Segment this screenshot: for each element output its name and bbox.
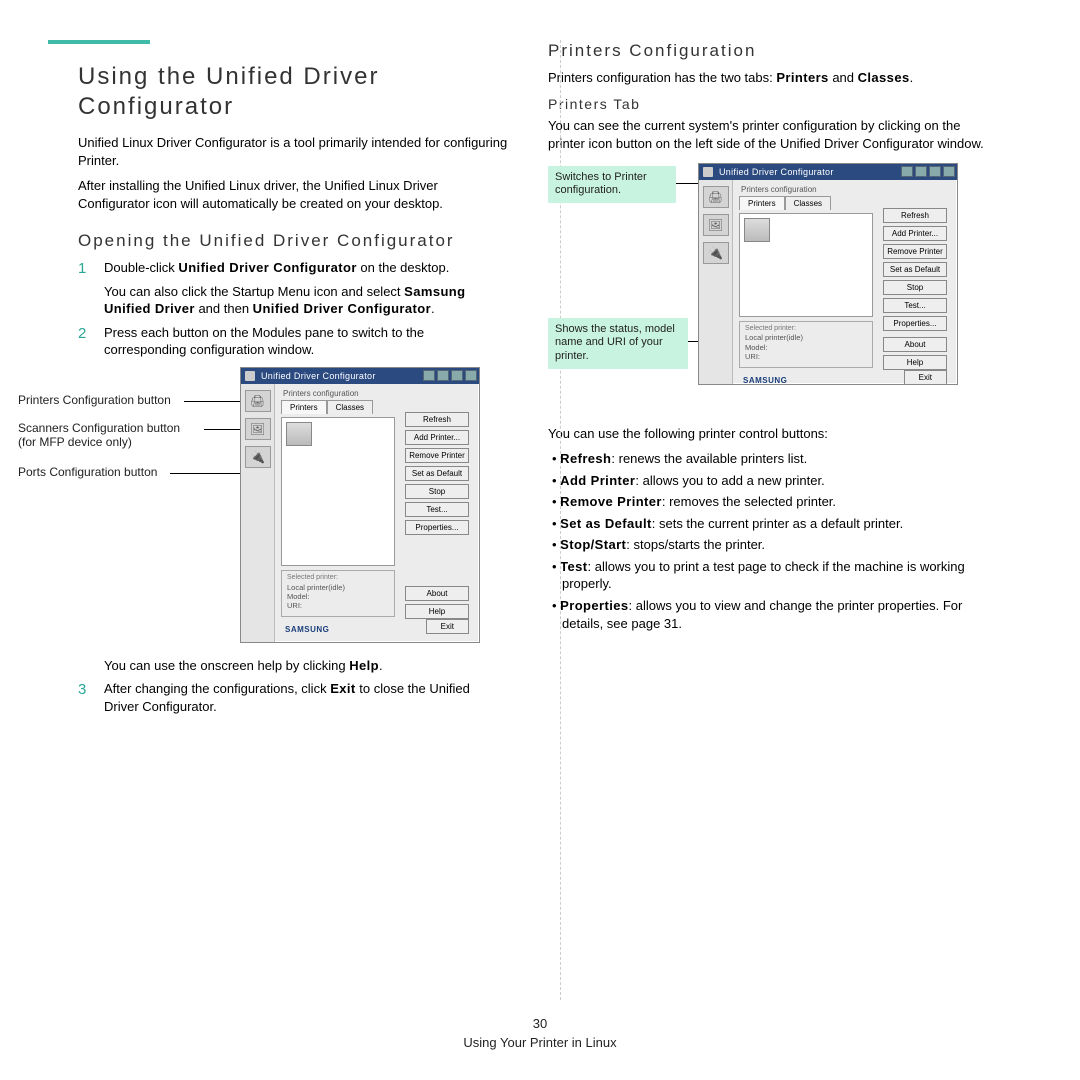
section-title: Using the Unified Driver Configurator [78, 62, 508, 122]
about-button[interactable]: About [883, 337, 947, 352]
add-printer-button[interactable]: Add Printer... [405, 430, 469, 445]
printer-icon[interactable] [744, 218, 770, 242]
printer-icon[interactable] [286, 422, 312, 446]
control-buttons-list: Refresh: renews the available printers l… [548, 450, 998, 632]
scanner-module-icon[interactable]: 🖼 [703, 214, 729, 236]
steps-list: 1 Double-click Unified Driver Configurat… [78, 259, 508, 359]
set-default-button[interactable]: Set as Default [883, 262, 947, 277]
intro-paragraph-2: After installing the Unified Linux drive… [78, 177, 508, 212]
callout-switch-printer: Switches to Printer configuration. [548, 166, 676, 204]
properties-button[interactable]: Properties... [405, 520, 469, 535]
test-button[interactable]: Test... [405, 502, 469, 517]
help-button[interactable]: Help [883, 355, 947, 370]
app-titlebar: Unified Driver Configurator [241, 368, 479, 384]
intro-paragraph-1: Unified Linux Driver Configurator is a t… [78, 134, 508, 169]
subsection-title-opening: Opening the Unified Driver Configurator [78, 230, 508, 253]
chapter-title: Using Your Printer in Linux [463, 1035, 616, 1050]
stop-button[interactable]: Stop [405, 484, 469, 499]
stop-button[interactable]: Stop [883, 280, 947, 295]
properties-button[interactable]: Properties... [883, 316, 947, 331]
group-label: Printers configuration [283, 389, 473, 398]
app-titlebar-r: Unified Driver Configurator [699, 164, 957, 180]
help-note: You can use the onscreen help by clickin… [104, 657, 508, 675]
refresh-button[interactable]: Refresh [883, 208, 947, 223]
exit-button[interactable]: Exit [426, 619, 469, 634]
step-number-2: 2 [78, 324, 92, 359]
step-1-text: Double-click Unified Driver Configurator… [104, 259, 508, 318]
app-window-right: Unified Driver Configurator 🖨 🖼 🔌 Printe… [698, 163, 958, 385]
step-number-1: 1 [78, 259, 92, 318]
annotation-scanners-btn: Scanners Configuration button(for MFP de… [18, 421, 208, 450]
remove-printer-button[interactable]: Remove Printer [883, 244, 947, 259]
subsection-title-printers-config: Printers Configuration [548, 40, 998, 63]
selected-printer-panel: Selected printer: Local printer(idle) Mo… [281, 570, 395, 617]
ports-module-icon[interactable]: 🔌 [245, 446, 271, 468]
about-button[interactable]: About [405, 586, 469, 601]
figure-left: Printers Configuration button Scanners C… [18, 367, 508, 647]
callout-shows-status: Shows the status, model name and URI of … [548, 318, 688, 369]
tab-printers[interactable]: Printers [281, 400, 327, 414]
printers-tab-heading: Printers Tab [548, 96, 998, 112]
printer-listbox[interactable] [281, 417, 395, 566]
brand-logo: SAMSUNG [743, 376, 787, 385]
step-3-text: After changing the configurations, click… [104, 680, 508, 715]
printer-listbox[interactable] [739, 213, 873, 317]
remove-printer-button[interactable]: Remove Printer [405, 448, 469, 463]
selected-printer-panel: Selected printer: Local printer(idle) Mo… [739, 321, 873, 368]
printers-config-intro: Printers configuration has the two tabs:… [548, 69, 998, 87]
set-default-button[interactable]: Set as Default [405, 466, 469, 481]
step-2-text: Press each button on the Modules pane to… [104, 324, 508, 359]
exit-button[interactable]: Exit [904, 370, 947, 385]
scanner-module-icon[interactable]: 🖼 [245, 418, 271, 440]
add-printer-button[interactable]: Add Printer... [883, 226, 947, 241]
tab-classes[interactable]: Classes [785, 196, 831, 210]
page-footer: 30 Using Your Printer in Linux [0, 1016, 1080, 1050]
tab-classes[interactable]: Classes [327, 400, 373, 414]
app-window-left: Unified Driver Configurator 🖨 🖼 🔌 Printe… [240, 367, 480, 643]
brand-logo: SAMSUNG [285, 625, 329, 634]
tab-printers[interactable]: Printers [739, 196, 785, 210]
page-number: 30 [0, 1016, 1080, 1031]
annotation-printers-btn: Printers Configuration button [18, 393, 208, 407]
figure-right: Switches to Printer configuration. Shows… [548, 163, 998, 413]
help-button[interactable]: Help [405, 604, 469, 619]
test-button[interactable]: Test... [883, 298, 947, 313]
printer-module-icon[interactable]: 🖨 [703, 186, 729, 208]
modules-pane: 🖨 🖼 🔌 [241, 384, 275, 642]
modules-pane-r: 🖨 🖼 🔌 [699, 180, 733, 384]
printers-tab-intro: You can see the current system's printer… [548, 117, 998, 152]
refresh-button[interactable]: Refresh [405, 412, 469, 427]
control-buttons-intro: You can use the following printer contro… [548, 425, 998, 443]
step-number-3: 3 [78, 680, 92, 715]
printer-module-icon[interactable]: 🖨 [245, 390, 271, 412]
section-accent-bar [48, 40, 150, 44]
ports-module-icon[interactable]: 🔌 [703, 242, 729, 264]
